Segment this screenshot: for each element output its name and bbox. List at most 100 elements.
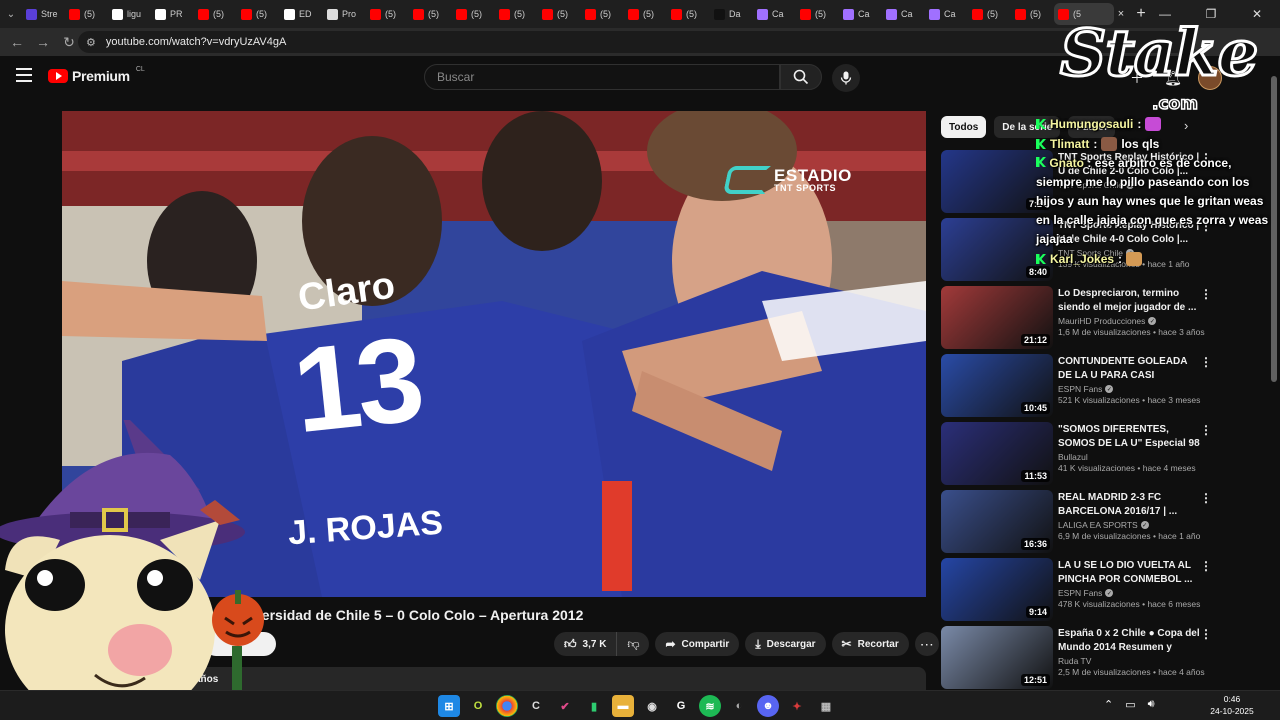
recommendation-title[interactable]: España 0 x 2 Chile ● Copa del Mundo 2014…	[1058, 627, 1200, 654]
browser-tab[interactable]: (5)	[452, 3, 494, 25]
kick-app-icon[interactable]: ✔	[554, 695, 576, 717]
browser-tab[interactable]: (5)	[624, 3, 666, 25]
browser-tab[interactable]: Ca	[753, 3, 795, 25]
calculator-icon[interactable]: ▦	[815, 695, 837, 717]
game-app-icon[interactable]: ✦	[786, 695, 808, 717]
chip-all[interactable]: Todos	[941, 116, 987, 138]
browser-tab[interactable]: (5)	[1011, 3, 1053, 25]
obs-icon[interactable]: ◉	[641, 695, 663, 717]
browser-tab[interactable]: (5)	[194, 3, 236, 25]
clip-button[interactable]: ✂ Recortar	[831, 632, 909, 656]
video-thumbnail[interactable]: 9:14	[941, 558, 1053, 621]
browser-tab[interactable]: (5)	[538, 3, 580, 25]
more-options-icon[interactable]: ⋮	[1200, 423, 1212, 437]
discord-icon[interactable]: ☻	[757, 695, 779, 717]
overflow-chevron-icon[interactable]: ⌃	[1104, 698, 1113, 711]
tab-label: (5)	[213, 9, 224, 19]
recommendation-channel[interactable]: ESPN Fans ✓	[1058, 384, 1200, 394]
recommendation-title[interactable]: LA U SE LO DIO VUELTA AL PINCHA POR CONM…	[1058, 559, 1200, 586]
estadio-logo-icon	[723, 166, 771, 194]
ccleaner-icon[interactable]: C	[525, 695, 547, 717]
recommendation-title[interactable]: REAL MADRID 2-3 FC BARCELONA 2016/17 | .…	[1058, 491, 1200, 518]
browser-tab[interactable]: Ca	[925, 3, 967, 25]
recommendation-item[interactable]: 10:45 CONTUNDENTE GOLEADA DE LA U PARA CA…	[941, 354, 1221, 422]
forward-button[interactable]: →	[30, 29, 56, 55]
browser-tab[interactable]: (5)	[366, 3, 408, 25]
more-options-icon[interactable]: ⋮	[1200, 627, 1212, 641]
recommendation-meta: 2,5 M de visualizaciones • hace 4 años	[1058, 667, 1205, 677]
browser-tab[interactable]: ligu	[108, 3, 150, 25]
address-bar[interactable]: ⚙ youtube.com/watch?v=vdryUzAV4gA	[78, 31, 1188, 53]
browser-tab[interactable]: (5)	[667, 3, 709, 25]
video-thumbnail[interactable]: 12:51	[941, 626, 1053, 689]
recommendation-item[interactable]: 21:12 Lo Despreciaron, termino siendo el …	[941, 286, 1221, 354]
spotify-icon[interactable]: ≋	[699, 695, 721, 717]
github-icon[interactable]: G	[670, 695, 692, 717]
search-icon	[793, 69, 809, 85]
browser-tab[interactable]: Pro	[323, 3, 365, 25]
recommendation-channel[interactable]: MauriHD Producciones ✓	[1058, 316, 1200, 326]
browser-tab[interactable]: (5)	[581, 3, 623, 25]
browser-tab[interactable]: (5)	[968, 3, 1010, 25]
tab-label: (5)	[385, 9, 396, 19]
opera-gx-icon[interactable]: O	[467, 695, 489, 717]
more-options-icon[interactable]: ⋮	[1200, 491, 1212, 505]
back-button[interactable]: ←	[4, 29, 30, 55]
download-button[interactable]: ⤓ Descargar	[745, 632, 826, 656]
recommendation-channel[interactable]: Bullazul	[1058, 452, 1200, 462]
video-thumbnail[interactable]: 21:12	[941, 286, 1053, 349]
youtube-logo[interactable]: Premium CL	[48, 66, 145, 84]
more-options-icon[interactable]: ⋮	[1200, 559, 1212, 573]
kick-badge-icon	[1036, 139, 1046, 149]
browser-tab[interactable]: (5)	[237, 3, 279, 25]
network-icon[interactable]: ▭	[1125, 698, 1135, 711]
recommendation-title[interactable]: "SOMOS DIFERENTES, SOMOS DE LA U" Especi…	[1058, 423, 1200, 450]
like-button[interactable]: 👍︎ 3,7 K	[554, 632, 618, 656]
tab-favicon-icon	[800, 8, 811, 20]
video-thumbnail[interactable]: 10:45	[941, 354, 1053, 417]
notepad-icon[interactable]: ▮	[583, 695, 605, 717]
browser-tab[interactable]: (5)	[495, 3, 537, 25]
video-thumbnail[interactable]: 16:36	[941, 490, 1053, 553]
recommendation-item[interactable]: 11:53 "SOMOS DIFERENTES, SOMOS DE LA U" E…	[941, 422, 1221, 490]
share-button[interactable]: ➦ Compartir	[655, 632, 740, 656]
browser-tab[interactable]: Ca	[882, 3, 924, 25]
browser-tab[interactable]: PR	[151, 3, 193, 25]
browser-tab[interactable]: Da	[710, 3, 752, 25]
tab-search-icon[interactable]: ⌄	[0, 0, 22, 28]
emote-icon	[1145, 117, 1162, 131]
browser-tab[interactable]: Stre	[22, 3, 64, 25]
volume-icon[interactable]: 🔊︎	[1148, 698, 1155, 711]
more-actions-button[interactable]: ⋯	[914, 632, 939, 656]
browser-tab[interactable]: (5)	[409, 3, 451, 25]
recommendation-item[interactable]: 9:14 LA U SE LO DIO VUELTA AL PINCHA POR …	[941, 558, 1221, 626]
browser-tab[interactable]: ED	[280, 3, 322, 25]
recommendation-channel[interactable]: ESPN Fans ✓	[1058, 588, 1200, 598]
search-input[interactable]	[437, 70, 779, 84]
recommendation-item[interactable]: 12:51 España 0 x 2 Chile ● Copa del Mundo…	[941, 626, 1221, 694]
channel-name: Bullazul	[1058, 452, 1088, 462]
more-options-icon[interactable]: ⋮	[1200, 355, 1212, 369]
scissors-icon: ✂	[841, 637, 852, 651]
voice-search-button[interactable]	[832, 64, 860, 92]
file-explorer-icon[interactable]: ▬	[612, 695, 634, 717]
recommendation-channel[interactable]: LALIGA EA SPORTS ✓	[1058, 520, 1200, 530]
video-thumbnail[interactable]: 11:53	[941, 422, 1053, 485]
tab-favicon-icon	[241, 8, 252, 20]
start-icon[interactable]: ⊞	[438, 695, 460, 717]
recommendation-title[interactable]: Lo Despreciaron, termino siendo el mejor…	[1058, 287, 1200, 314]
taskbar-clock[interactable]: 0:46 24-10-2025	[1208, 693, 1256, 717]
more-options-icon[interactable]: ⋮	[1200, 287, 1212, 301]
browser-tab[interactable]: (5)	[65, 3, 107, 25]
recommendation-item[interactable]: 16:36 REAL MADRID 2-3 FC BARCELONA 2016/1…	[941, 490, 1221, 558]
menu-icon[interactable]	[16, 68, 32, 82]
browser-tab[interactable]: (5)	[796, 3, 838, 25]
browser-tab[interactable]: Ca	[839, 3, 881, 25]
dislike-button[interactable]: 👎︎	[617, 632, 649, 656]
steam-icon[interactable]: ◐	[728, 695, 750, 717]
search-button[interactable]	[780, 64, 822, 90]
recommendation-title[interactable]: CONTUNDENTE GOLEADA DE LA U PARA CASI AS…	[1058, 355, 1200, 382]
recommendation-channel[interactable]: Ruda TV	[1058, 656, 1200, 666]
site-info-icon[interactable]: ⚙	[86, 36, 96, 49]
chrome-icon[interactable]	[496, 695, 518, 717]
